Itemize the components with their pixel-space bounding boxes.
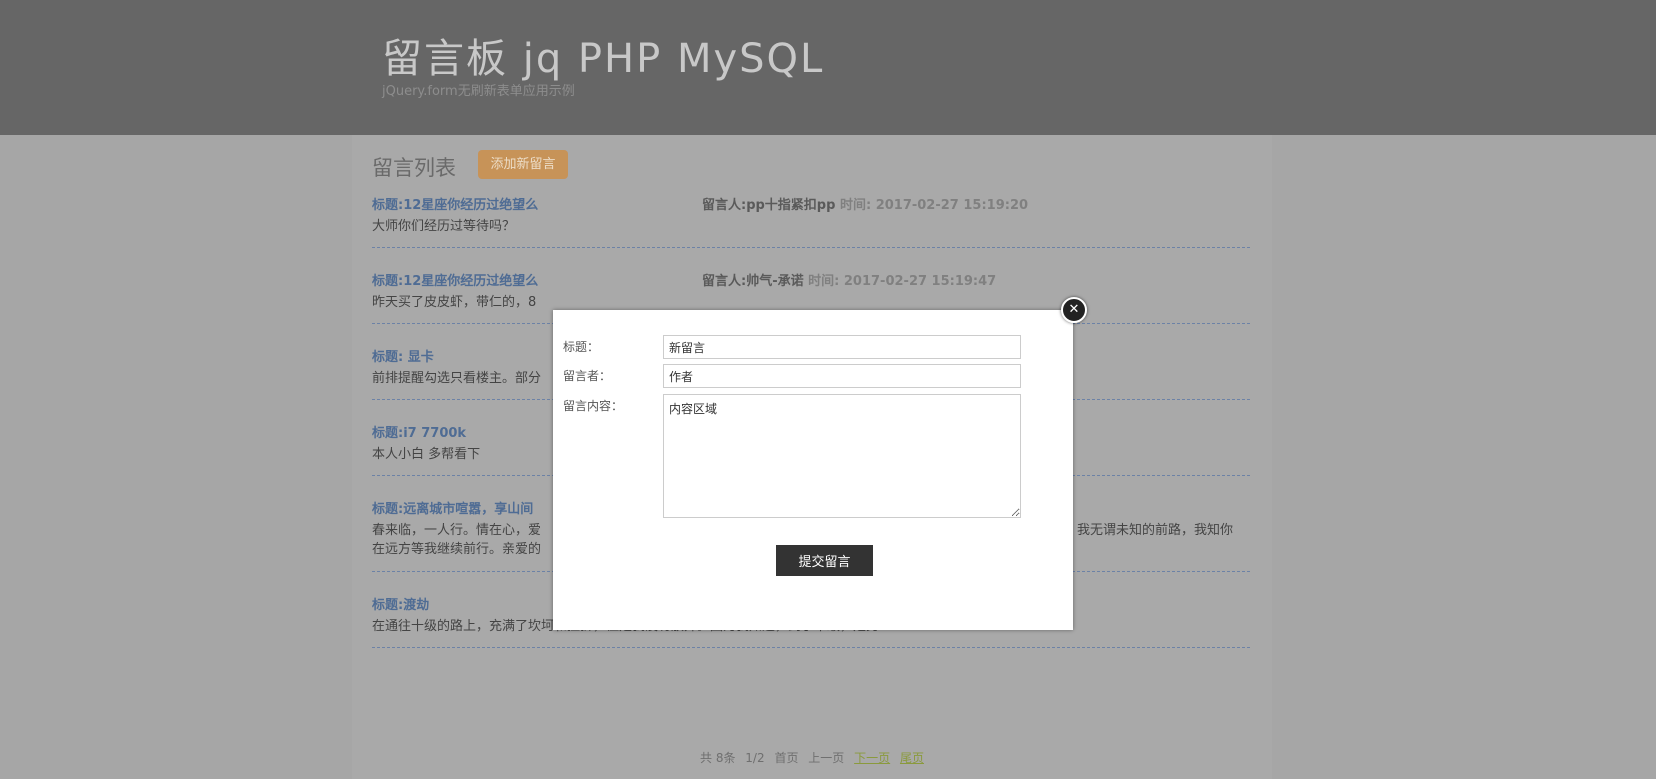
site-subtitle: jQuery.form无刷新表单应用示例 bbox=[382, 84, 575, 99]
message-title[interactable]: 标题:远离城市喧嚣，享山间 bbox=[372, 498, 533, 517]
title-label: 标题： bbox=[563, 340, 600, 354]
author-input[interactable] bbox=[663, 364, 1021, 388]
time-label: 时间: bbox=[808, 274, 840, 289]
message-time: 2017-02-27 15:19:47 bbox=[843, 274, 997, 289]
message-meta: 留言人:pp十指紧扣pp 时间: 2017-02-27 15:19:20 bbox=[702, 194, 1028, 213]
message-author: 留言人:pp十指紧扣pp bbox=[702, 198, 836, 213]
list-item: 标题:12星座你经历过绝望么 留言人:pp十指紧扣pp 时间: 2017-02-… bbox=[372, 194, 1250, 248]
pager-next-link[interactable]: 下一页 bbox=[854, 751, 890, 765]
title-input[interactable] bbox=[663, 335, 1021, 359]
message-body: 大师你们经历过等待吗？ bbox=[372, 219, 516, 234]
message-body-line2: 在远方等我继续前行。亲爱的 bbox=[372, 542, 542, 557]
message-title[interactable]: 标题:12星座你经历过绝望么 bbox=[372, 194, 538, 213]
pager-total: 共 8条 bbox=[700, 751, 736, 765]
pager-last-link[interactable]: 尾页 bbox=[900, 751, 924, 765]
list-heading: 留言列表 bbox=[372, 156, 456, 180]
site-title: 留言板 jq PHP MySQL bbox=[382, 36, 825, 82]
close-icon[interactable]: ✕ bbox=[1061, 297, 1087, 323]
submit-button[interactable]: 提交留言 bbox=[776, 545, 873, 576]
message-title[interactable]: 标题:渡劫 bbox=[372, 594, 429, 613]
page-header: 留言板 jq PHP MySQL jQuery.form无刷新表单应用示例 bbox=[0, 0, 1656, 135]
message-title[interactable]: 标题:12星座你经历过绝望么 bbox=[372, 270, 538, 289]
add-message-dialog: 标题： 留言者： 留言内容： 内容区域 提交留言 bbox=[553, 310, 1073, 630]
message-author: 留言人:帅气-承诺 bbox=[702, 274, 804, 289]
message-body-right: 我无谓未知的前路，我知你 bbox=[1077, 523, 1234, 538]
message-title[interactable]: 标题: 显卡 bbox=[372, 346, 434, 365]
add-message-button[interactable]: 添加新留言 bbox=[478, 150, 568, 179]
time-label: 时间: bbox=[839, 198, 872, 213]
pager-prev: 上一页 bbox=[808, 751, 845, 765]
content-label: 留言内容： bbox=[563, 399, 624, 413]
pager-page: 1/2 bbox=[745, 751, 765, 765]
message-title[interactable]: 标题:i7 7700k bbox=[372, 422, 466, 441]
pagination: 共 8条 1/2 首页 上一页 下一页 尾页 bbox=[352, 749, 1272, 766]
message-meta: 留言人:帅气-承诺 时间: 2017-02-27 15:19:47 bbox=[702, 270, 996, 289]
pager-first: 首页 bbox=[774, 751, 799, 765]
author-label: 留言者： bbox=[563, 369, 612, 383]
message-body-line1: 春来临，一人行。情在心，爱 bbox=[372, 523, 542, 538]
content-textarea[interactable]: 内容区域 bbox=[663, 394, 1021, 518]
message-time: 2017-02-27 15:19:20 bbox=[875, 198, 1029, 213]
